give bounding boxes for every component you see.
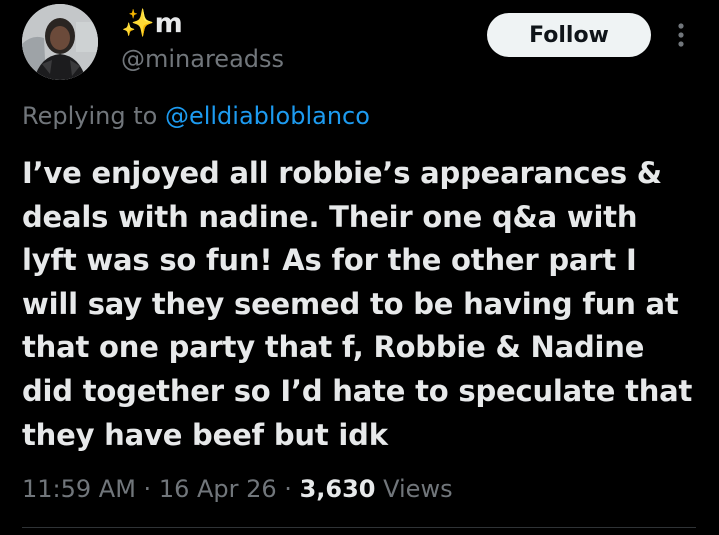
tweet-text-line: did together so I’d hate to speculate th…: [22, 373, 693, 408]
avatar[interactable]: [22, 4, 98, 80]
views-label: Views: [375, 475, 453, 503]
reply-handle-link[interactable]: @elldiabloblanco: [165, 102, 370, 130]
tweet-text-line: deals with nadine. Their one q&a with: [22, 199, 638, 234]
divider: [22, 527, 696, 528]
follow-button[interactable]: Follow: [487, 13, 651, 57]
meta-separator: ·: [276, 475, 300, 503]
tweet-text-line: that one party that f, Robbie & Nadine: [22, 330, 645, 365]
tweet-text-line: will say they seemed to be having fun at: [22, 286, 679, 321]
avatar-image: [22, 4, 98, 80]
tweet-meta: 11:59 AM · 16 Apr 26 · 3,630 Views: [22, 473, 453, 505]
username[interactable]: @minareadss: [121, 44, 284, 74]
tweet-text-line: they have beef but idk: [22, 417, 388, 452]
replying-to: Replying to @elldiabloblanco: [22, 100, 370, 132]
tweet-text-line: lyft was so fun! As for the other part I: [22, 243, 637, 278]
tweet-time[interactable]: 11:59 AM: [22, 475, 136, 503]
views-count: 3,630: [299, 475, 376, 503]
tweet-text-line: I’ve enjoyed all robbie’s appearances &: [22, 156, 662, 190]
more-vertical-icon-glyph: [678, 23, 684, 47]
replying-to-prefix: Replying to: [22, 102, 165, 130]
tweet: ✨m @minareadss Follow Replying to @elldi…: [0, 0, 719, 535]
tweet-date[interactable]: 16 Apr 26: [159, 475, 277, 503]
tweet-text: I’ve enjoyed all robbie’s appearances & …: [22, 152, 702, 457]
display-name[interactable]: ✨m: [121, 8, 183, 40]
more-vertical-icon[interactable]: [670, 18, 692, 52]
meta-separator: ·: [135, 475, 159, 503]
